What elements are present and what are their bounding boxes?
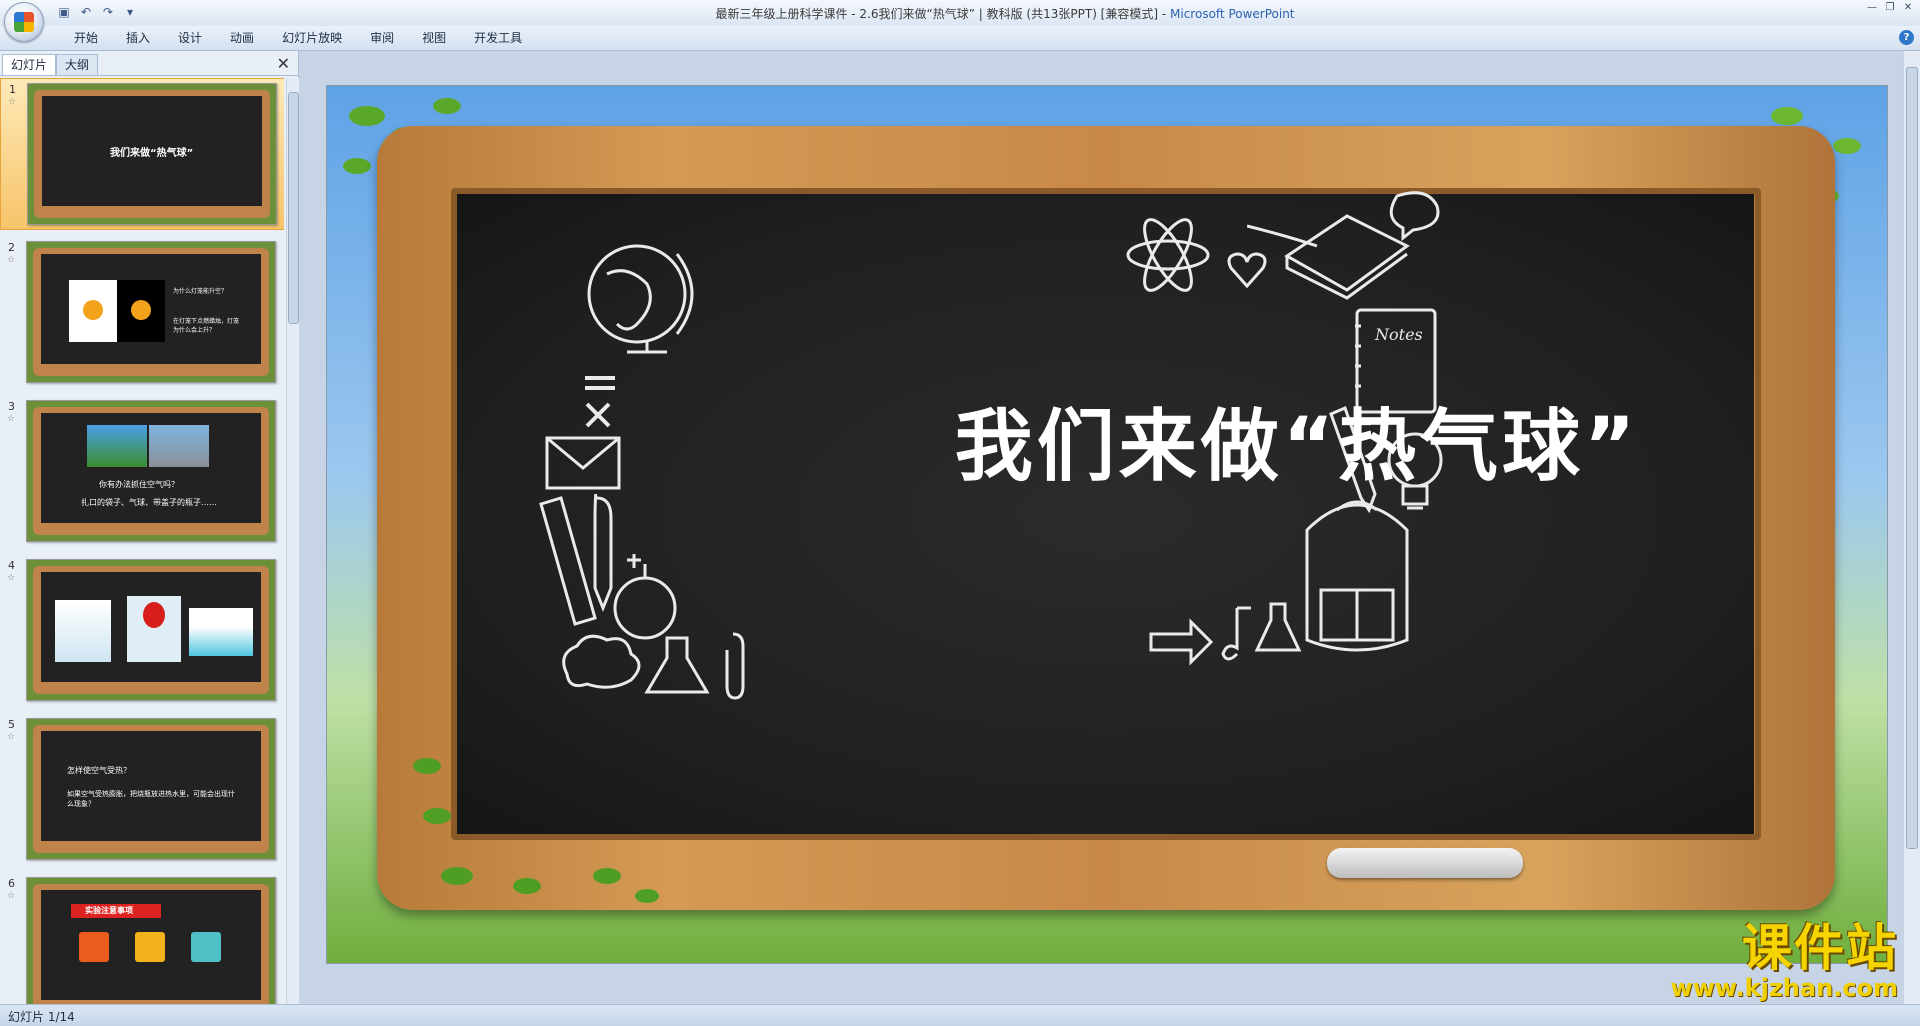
window-controls: — ❐ ✕ — [1864, 2, 1916, 14]
slides-panel: 幻灯片 大纲 ✕ 1 ☆ 我们来做“热气球” 2 ☆ 为什么灯笼能升空？ 在灯笼… — [0, 51, 299, 1004]
thumbnail-image: 怎样使空气受热？ 如果空气受热膨胀，把烧瓶放进热水里，可能会出现什么现象？ — [26, 718, 276, 860]
scrollbar-thumb[interactable] — [1906, 67, 1918, 849]
slide-number: 1 — [9, 83, 16, 96]
slide-thumbnail-2[interactable]: 2 ☆ 为什么灯笼能升空？ 在灯笼下点燃蜡烛，灯笼为什么会上升？ — [0, 237, 284, 387]
status-bar: 幻灯片 1/14 — [0, 1004, 1920, 1026]
animation-star-icon: ☆ — [7, 573, 16, 583]
chalk-piece — [1327, 848, 1523, 878]
cloud-icon — [562, 632, 745, 700]
slide-thumbnail-6[interactable]: 6 ☆ 实验注意事项 — [0, 873, 284, 1004]
slide-number: 3 — [8, 400, 15, 413]
notes-text: Notes — [1374, 325, 1423, 344]
thumb-text: 扎口的袋子、气球、带盖子的瓶子…… — [81, 498, 217, 507]
panel-close-icon[interactable]: ✕ — [277, 54, 290, 73]
slide-counter: 幻灯片 1/14 — [8, 1010, 75, 1024]
thumb-text: 为什么灯笼能升空？ — [173, 288, 228, 295]
globe-icon — [587, 244, 694, 354]
arrow-icon — [1149, 602, 1302, 666]
close-icon[interactable]: ✕ — [1900, 2, 1916, 14]
watermark-url: www.kjzhan.com — [1670, 974, 1898, 1002]
animation-star-icon: ☆ — [7, 414, 16, 424]
tab-slides[interactable]: 幻灯片 — [2, 54, 57, 75]
thumbnail-scrollbar[interactable] — [286, 78, 299, 1004]
animation-star-icon: ☆ — [7, 255, 16, 265]
slide-thumbnails: 1 ☆ 我们来做“热气球” 2 ☆ 为什么灯笼能升空？ 在灯笼下点燃蜡烛，灯笼为… — [0, 78, 284, 1004]
thumbnail-image: 为什么灯笼能升空？ 在灯笼下点燃蜡烛，灯笼为什么会上升？ — [26, 241, 276, 383]
office-logo-icon — [14, 12, 34, 32]
book-icon — [1247, 191, 1440, 300]
thumbnail-image: 你有办法抓住空气吗？ 扎口的袋子、气球、带盖子的瓶子…… — [26, 400, 276, 542]
slide-number: 2 — [8, 241, 15, 254]
help-icon[interactable]: ? — [1899, 30, 1914, 45]
minimize-icon[interactable]: — — [1864, 2, 1880, 14]
slide-number: 4 — [8, 559, 15, 572]
thumb-text: 实验注意事项 — [85, 906, 133, 915]
slide-thumbnail-1[interactable]: 1 ☆ 我们来做“热气球” — [0, 78, 284, 230]
tab-outline[interactable]: 大纲 — [56, 54, 99, 75]
window-title: 最新三年级上册科学课件 - 2.6我们来做“热气球” | 教科版 (共13张PP… — [0, 5, 1920, 22]
ribbon-tab-1[interactable]: 插入 — [112, 30, 164, 46]
slide-number: 5 — [8, 718, 15, 731]
app-name: Microsoft PowerPoint — [1170, 7, 1295, 21]
ribbon-tab-5[interactable]: 审阅 — [356, 30, 408, 46]
ribbon-tab-0[interactable]: 开始 — [60, 30, 112, 46]
ribbon-tab-3[interactable]: 动画 — [216, 30, 268, 46]
atom-icon — [1126, 218, 1210, 292]
slide-thumbnail-3[interactable]: 3 ☆ 你有办法抓住空气吗？ 扎口的袋子、气球、带盖子的瓶子…… — [0, 396, 284, 546]
ribbon-tab-6[interactable]: 视图 — [408, 30, 460, 46]
animation-star-icon: ☆ — [8, 97, 17, 107]
watermark-brand: 课件站 — [1742, 919, 1898, 977]
editor-scrollbar[interactable] — [1903, 51, 1920, 1004]
thumb-text: 你有办法抓住空气吗？ — [99, 480, 179, 489]
thumbnail-image: 我们来做“热气球” — [27, 83, 277, 225]
slide-title[interactable]: 我们来做“热气球” — [387, 402, 1847, 492]
notes-pad-icon: Notes — [1355, 308, 1437, 414]
ribbon-tab-2[interactable]: 设计 — [164, 30, 216, 46]
animation-star-icon: ☆ — [7, 891, 16, 901]
thumb-text: 如果空气受热膨胀，把烧瓶放进热水里，可能会出现什么现象？ — [67, 790, 235, 808]
thumbnail-image — [26, 559, 276, 701]
ribbon: 开始 插入 设计 动画 幻灯片放映 审阅 视图 开发工具 ? — [0, 26, 1920, 51]
slide-thumbnail-5[interactable]: 5 ☆ 怎样使空气受热？ 如果空气受热膨胀，把烧瓶放进热水里，可能会出现什么现象… — [0, 714, 284, 864]
ribbon-tab-7[interactable]: 开发工具 — [460, 30, 536, 46]
thumb-text: 我们来做“热气球” — [110, 148, 194, 159]
slide-number: 6 — [8, 877, 15, 890]
panel-tabs: 幻灯片 大纲 ✕ — [0, 51, 298, 76]
title-bar: ▣ ↶ ↷ ▾ 最新三年级上册科学课件 - 2.6我们来做“热气球” | 教科版… — [0, 0, 1920, 27]
slide-thumbnail-4[interactable]: 4 ☆ — [0, 555, 284, 705]
thumbnail-image: 实验注意事项 — [26, 877, 276, 1004]
watermark: 课件站 www.kjzhan.com — [1671, 921, 1898, 1001]
document-title: 最新三年级上册科学课件 - 2.6我们来做“热气球” | 教科版 (共13张PP… — [715, 7, 1171, 21]
thumb-text: 怎样使空气受热？ — [67, 766, 131, 775]
animation-star-icon: ☆ — [7, 732, 16, 742]
scrollbar-thumb[interactable] — [288, 92, 299, 324]
thumb-text: 在灯笼下点燃蜡烛，灯笼为什么会上升？ — [173, 318, 240, 334]
ribbon-tabs: 开始 插入 设计 动画 幻灯片放映 审阅 视图 开发工具 — [60, 30, 536, 46]
ribbon-tab-4[interactable]: 幻灯片放映 — [268, 30, 356, 46]
restore-icon[interactable]: ❐ — [1882, 2, 1898, 14]
ivy-leaves-icon — [413, 758, 659, 903]
current-slide[interactable]: Notes 我们来做“热气球” — [326, 85, 1888, 964]
office-button[interactable] — [4, 2, 44, 42]
